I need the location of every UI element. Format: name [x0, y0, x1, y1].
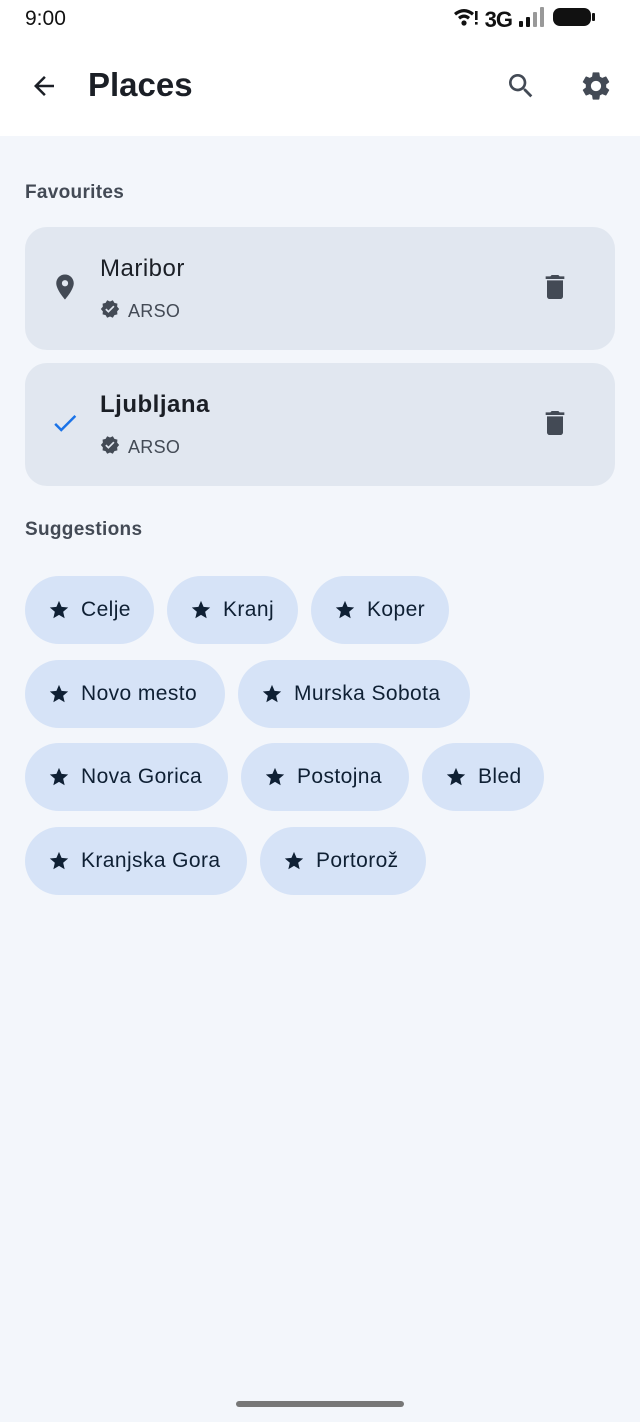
- suggestion-chip-celje[interactable]: Celje: [25, 576, 154, 644]
- suggestions-heading: Suggestions: [25, 519, 143, 540]
- suggestion-chip-murska-sobota[interactable]: Murska Sobota: [238, 660, 470, 728]
- star-icon: [47, 849, 71, 873]
- chip-label: Koper: [367, 598, 426, 621]
- star-icon: [333, 598, 357, 622]
- status-time: 9:00: [25, 7, 66, 30]
- star-icon: [263, 765, 287, 789]
- star-icon: [47, 682, 71, 706]
- search-icon: [505, 70, 537, 107]
- favourite-item-maribor[interactable]: Maribor ARSO: [25, 227, 615, 350]
- page-title: Places: [88, 66, 193, 103]
- chip-label: Murska Sobota: [294, 682, 441, 705]
- chip-label: Kranjska Gora: [81, 849, 221, 872]
- suggestion-chip-kranjska-gora[interactable]: Kranjska Gora: [25, 827, 247, 895]
- star-icon: [47, 598, 71, 622]
- suggestion-chip-kranj[interactable]: Kranj: [167, 576, 298, 644]
- back-button[interactable]: [22, 66, 66, 110]
- battery-icon: [552, 6, 596, 33]
- star-icon: [47, 765, 71, 789]
- favourite-name: Maribor: [100, 255, 185, 282]
- signal-icon: [518, 6, 546, 33]
- search-button[interactable]: [499, 66, 543, 110]
- suggestion-chip-bled[interactable]: Bled: [422, 743, 544, 811]
- delete-button[interactable]: [533, 267, 577, 311]
- suggestion-chip-novo-mesto[interactable]: Novo mesto: [25, 660, 225, 728]
- status-icons: 3G: [453, 6, 596, 33]
- chip-label: Postojna: [297, 765, 382, 788]
- star-icon: [282, 849, 306, 873]
- chip-label: Novo mesto: [81, 682, 198, 705]
- delete-button[interactable]: [533, 403, 577, 447]
- source-label: ARSO: [128, 437, 181, 457]
- trash-icon: [539, 407, 571, 444]
- status-bar: 9:00 3G: [0, 0, 640, 36]
- verified-icon: [100, 299, 120, 324]
- star-icon: [444, 765, 468, 789]
- gear-icon: [579, 69, 613, 108]
- favourites-heading: Favourites: [25, 182, 125, 203]
- arrow-back-icon: [29, 71, 59, 106]
- network-label: 3G: [484, 6, 513, 32]
- verified-icon: [100, 435, 120, 460]
- check-icon: [47, 405, 83, 441]
- suggestion-chip-nova-gorica[interactable]: Nova Gorica: [25, 743, 228, 811]
- location-pin-icon: [47, 269, 83, 305]
- suggestion-chip-postojna[interactable]: Postojna: [241, 743, 409, 811]
- favourite-item-ljubljana[interactable]: Ljubljana ARSO: [25, 363, 615, 486]
- trash-icon: [539, 271, 571, 308]
- favourite-name: Ljubljana: [100, 391, 210, 418]
- home-indicator[interactable]: [236, 1401, 404, 1407]
- chip-label: Nova Gorica: [81, 765, 203, 788]
- favourite-source: ARSO: [100, 299, 180, 324]
- star-icon: [260, 682, 284, 706]
- suggestion-chip-portoroz[interactable]: Portorož: [260, 827, 426, 895]
- wifi-icon: [453, 6, 479, 33]
- chip-label: Bled: [478, 765, 522, 788]
- favourite-source: ARSO: [100, 435, 180, 460]
- suggestion-chip-koper[interactable]: Koper: [311, 576, 449, 644]
- settings-button[interactable]: [574, 66, 618, 110]
- source-label: ARSO: [128, 301, 181, 321]
- star-icon: [189, 598, 213, 622]
- chip-label: Kranj: [223, 598, 275, 621]
- top-app-bar: Places: [0, 36, 640, 136]
- chip-label: Portorož: [316, 849, 399, 872]
- chip-label: Celje: [81, 598, 131, 621]
